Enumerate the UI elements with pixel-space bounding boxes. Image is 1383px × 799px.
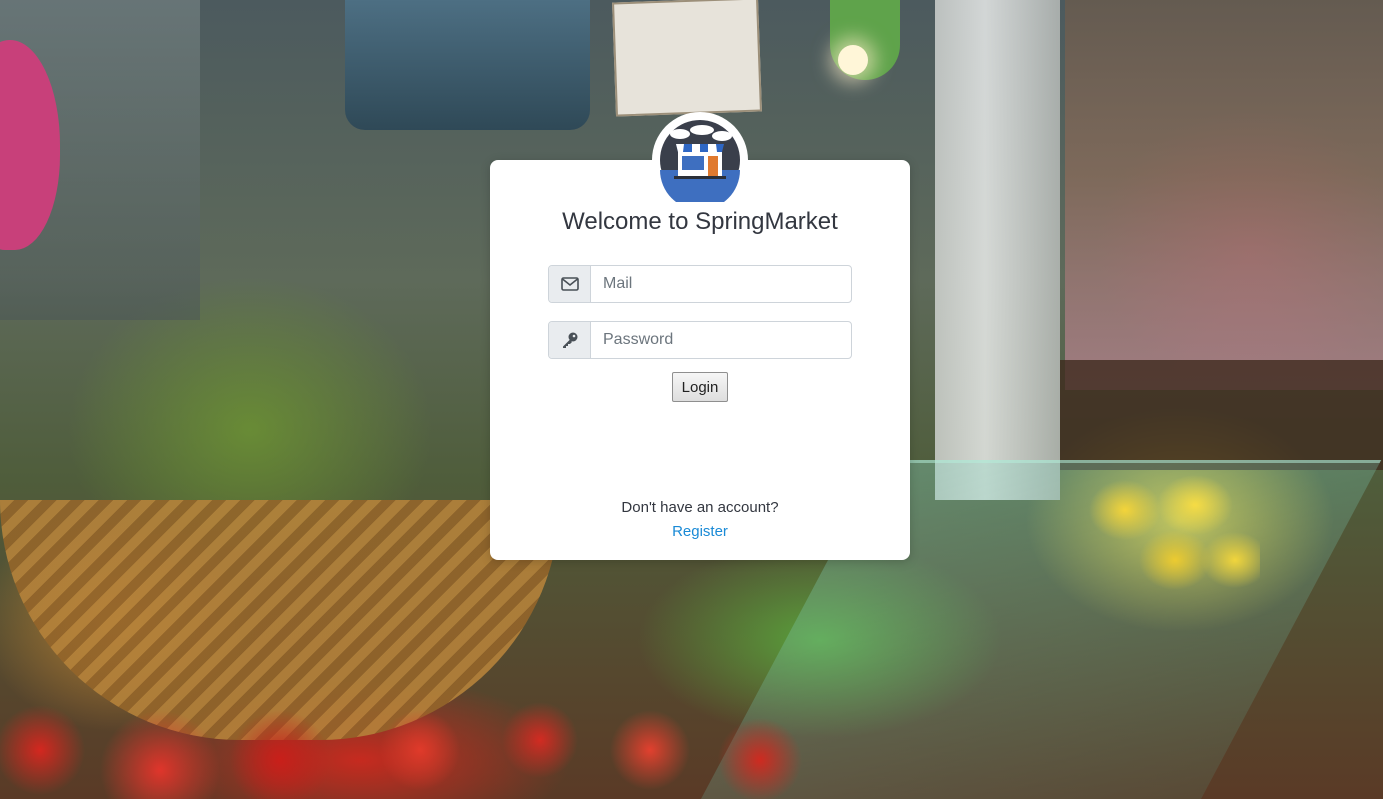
no-account-text: Don't have an account? <box>621 499 779 516</box>
envelope-icon <box>549 266 591 302</box>
password-input[interactable] <box>591 322 851 358</box>
page-title: Welcome to SpringMarket <box>562 208 838 235</box>
mail-input[interactable] <box>591 266 851 302</box>
key-icon <box>549 322 591 358</box>
mail-input-group <box>548 265 852 303</box>
storefront-logo-icon <box>652 112 748 208</box>
password-input-group <box>548 321 852 359</box>
login-button[interactable]: Login <box>672 372 728 402</box>
register-link[interactable]: Register <box>490 523 910 540</box>
